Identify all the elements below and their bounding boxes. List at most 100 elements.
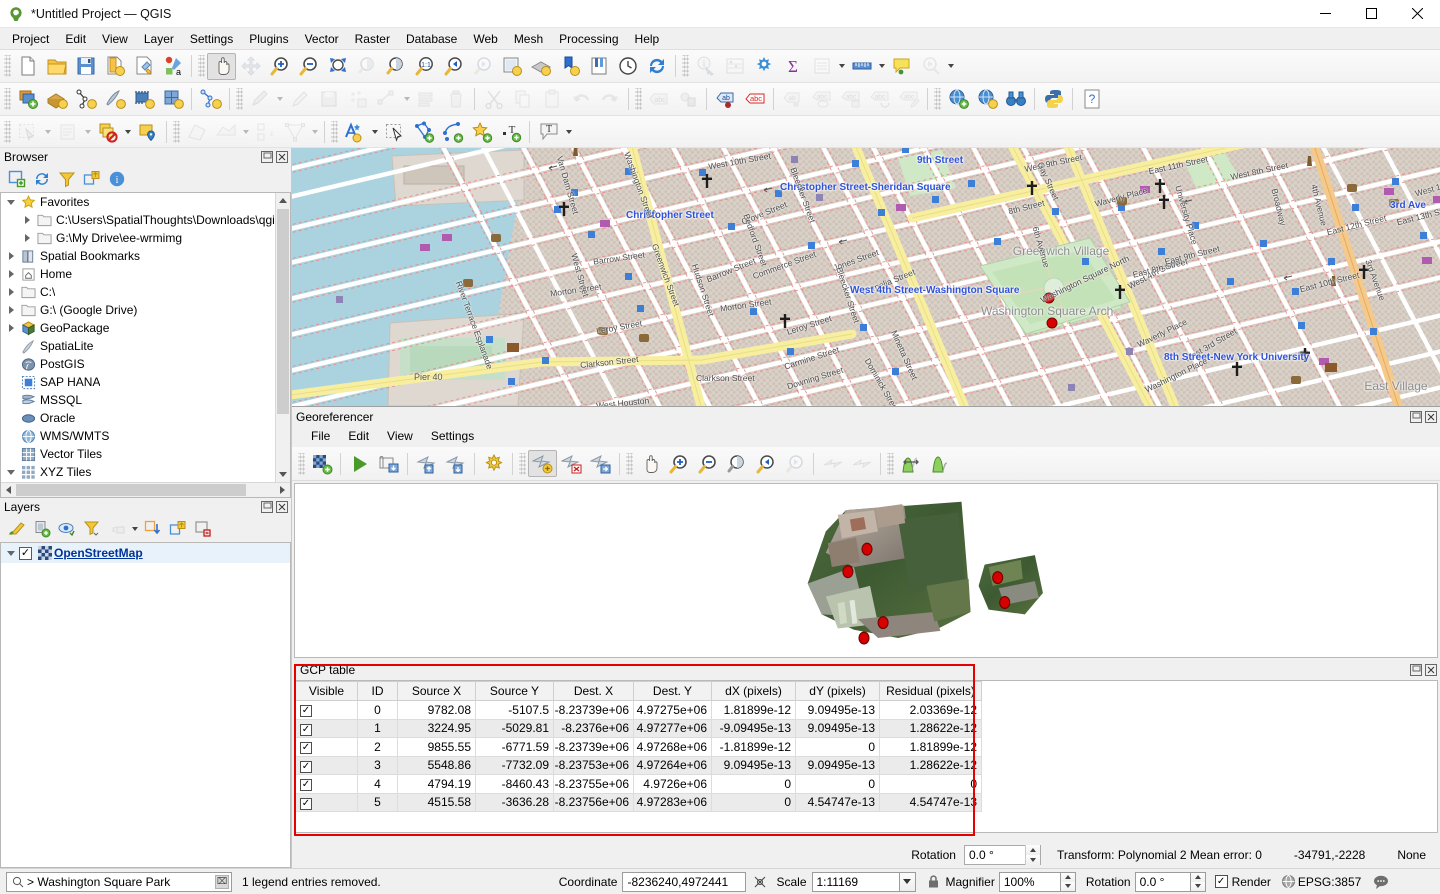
redo-button[interactable] (595, 86, 624, 113)
toolbar-grip[interactable] (626, 453, 633, 475)
gcp-cell-residual[interactable]: 1.28622e-12 (880, 719, 982, 738)
labeling-dropdown-arrow-icon[interactable] (369, 118, 380, 145)
menu-help[interactable]: Help (627, 29, 668, 49)
show-hide-labels-button[interactable]: abc (807, 86, 836, 113)
add-delimited-text-layer-button[interactable] (100, 86, 129, 113)
manage-layer-visibility-icon[interactable] (54, 517, 79, 541)
layer-visibility-checkbox[interactable]: ✓ (19, 547, 32, 560)
gcp-column-header[interactable]: Source X (398, 682, 476, 701)
georef-rotation-spinner[interactable] (964, 845, 1041, 865)
browser-close-button[interactable] (275, 150, 289, 164)
gcp-cell-dest-x[interactable]: -8.23756e+06 (554, 793, 634, 812)
add-web-layer-button[interactable] (943, 86, 972, 113)
gcp-cell-dest-x[interactable]: -8.23755e+06 (554, 775, 634, 794)
map-rotation-value[interactable]: 0.0 ° (1135, 872, 1191, 892)
zoom-to-selection-button[interactable] (352, 53, 381, 80)
browser-tree-item[interactable]: SpatiaLite (1, 337, 290, 355)
layer-list-item[interactable]: ✓OpenStreetMap (1, 543, 290, 563)
modify-attributes-button[interactable] (412, 86, 441, 113)
python-console-button[interactable] (1039, 86, 1068, 113)
gcp-cell-dy[interactable]: 9.09495e-13 (796, 701, 880, 720)
remove-layer-icon[interactable] (190, 517, 215, 541)
gcp-column-header[interactable]: Dest. Y (634, 682, 712, 701)
expand-arrow-right-icon[interactable] (3, 302, 19, 318)
spin-up-icon[interactable] (1026, 845, 1040, 855)
add-group-icon[interactable] (29, 517, 54, 541)
zoom-to-next-icon[interactable] (780, 450, 809, 477)
layout-manager-button[interactable] (584, 53, 613, 80)
gcp-visible-checkbox-cell[interactable]: ✓ (296, 793, 358, 812)
zoom-native-resolution-button[interactable]: 1:1 (410, 53, 439, 80)
scroll-down-arrow-icon[interactable] (276, 467, 290, 482)
gcp-cell-dest-y[interactable]: 4.97275e+06 (634, 701, 712, 720)
gcp-cell-dy[interactable]: 9.09495e-13 (796, 719, 880, 738)
refresh-icon[interactable] (29, 167, 54, 191)
map-canvas[interactable]: West 10th Street9th StreetWest 9th Stree… (292, 148, 1440, 406)
gcp-table-row[interactable]: ✓09782.08-5107.5-8.23739e+064.97275e+061… (296, 701, 982, 720)
current-edits-dropdown-arrow-icon[interactable] (274, 86, 285, 113)
measure-dropdown-arrow-icon[interactable] (876, 53, 887, 80)
gcp-table-row[interactable]: ✓44794.19-8460.43-8.23755e+064.9726e+060… (296, 775, 982, 794)
layers-close-button[interactable] (275, 500, 289, 514)
add-wms-layer-button[interactable] (158, 86, 187, 113)
toolbar-grip[interactable] (331, 121, 338, 143)
gcp-table-row[interactable]: ✓54515.58-3636.28-8.23756e+064.97283e+06… (296, 793, 982, 812)
add-vector-layer-button[interactable] (71, 86, 100, 113)
scale-value[interactable]: 1:11169 (812, 872, 900, 892)
gcp-cell-dy[interactable]: 0 (796, 775, 880, 794)
annotation-dropdown-arrow-icon[interactable] (563, 118, 574, 145)
expand-arrow-right-icon[interactable] (3, 320, 19, 336)
clear-search-button[interactable]: ⌧ (215, 875, 229, 889)
crs-label[interactable]: EPSG:3857 (1298, 875, 1361, 889)
expand-all-icon[interactable] (140, 517, 165, 541)
change-label-properties-button[interactable]: abc (836, 86, 865, 113)
georef-menu-edit[interactable]: Edit (339, 427, 378, 447)
toolbar-grip[interactable] (4, 55, 11, 77)
georef-rotation-spin-buttons[interactable] (1025, 845, 1040, 865)
magnifier-value[interactable]: 100% (999, 872, 1061, 892)
gcp-cell-residual[interactable]: 1.28622e-12 (880, 756, 982, 775)
add-point-icon[interactable] (528, 450, 557, 477)
browser-tree-item[interactable]: Spatial Bookmarks (1, 247, 290, 265)
select-dropdown-arrow-icon[interactable] (42, 118, 53, 145)
browser-tree-item[interactable]: MSSQL (1, 391, 290, 409)
geometry-checker-button[interactable] (280, 118, 309, 145)
gcp-cell-dest-y[interactable]: 4.97268e+06 (634, 738, 712, 757)
select-label-button[interactable] (380, 118, 409, 145)
gcp-cell-dest-x[interactable]: -8.23739e+06 (554, 738, 634, 757)
vertex-tool-button[interactable] (372, 86, 401, 113)
gcp-cell-id[interactable]: 4 (358, 775, 398, 794)
scroll-up-arrow-icon[interactable] (276, 193, 290, 208)
delete-point-icon[interactable] (557, 450, 586, 477)
gcp-cell-dest-x[interactable]: -8.23739e+06 (554, 701, 634, 720)
gcp-cell-id[interactable]: 1 (358, 719, 398, 738)
new-map-view-button[interactable] (497, 53, 526, 80)
open-project-button[interactable] (42, 53, 71, 80)
gcp-table-container[interactable]: VisibleIDSource XSource YDest. XDest. Yd… (294, 680, 1438, 833)
add-mesh-layer-button[interactable] (129, 86, 158, 113)
browser-horizontal-scrollbar[interactable] (1, 482, 290, 497)
properties-icon[interactable]: i (104, 167, 129, 191)
browser-tree-item[interactable]: SAP HANA (1, 373, 290, 391)
toolbar-grip[interactable] (4, 88, 11, 110)
scrollbar-thumb[interactable] (277, 209, 289, 414)
gcp-column-header[interactable]: ID (358, 682, 398, 701)
browser-tree-item[interactable]: C:\ (1, 283, 290, 301)
gcp-visible-checkbox-cell[interactable]: ✓ (296, 738, 358, 757)
gcp-cell-id[interactable]: 3 (358, 756, 398, 775)
histogram-stretch-local-icon[interactable] (925, 450, 954, 477)
gcp-cell-residual[interactable]: 0 (880, 775, 982, 794)
gcp-cell-source-y[interactable]: -5107.5 (476, 701, 554, 720)
spin-down-icon[interactable] (1061, 882, 1075, 891)
gcp-cell-dx[interactable]: 0 (712, 793, 796, 812)
cut-features-button[interactable] (479, 86, 508, 113)
map-rotation-spin-buttons[interactable] (1191, 872, 1206, 892)
expand-arrow-down-icon[interactable] (3, 545, 19, 561)
expression-filter-dropdown-arrow-icon[interactable] (129, 517, 140, 541)
gcp-cell-dest-y[interactable]: 4.97283e+06 (634, 793, 712, 812)
gcp-cell-dx[interactable]: -1.81899e-12 (712, 738, 796, 757)
toolbar-grip[interactable] (635, 88, 642, 110)
copy-features-button[interactable] (508, 86, 537, 113)
collapse-all-icon[interactable] (79, 167, 104, 191)
menu-project[interactable]: Project (4, 29, 57, 49)
